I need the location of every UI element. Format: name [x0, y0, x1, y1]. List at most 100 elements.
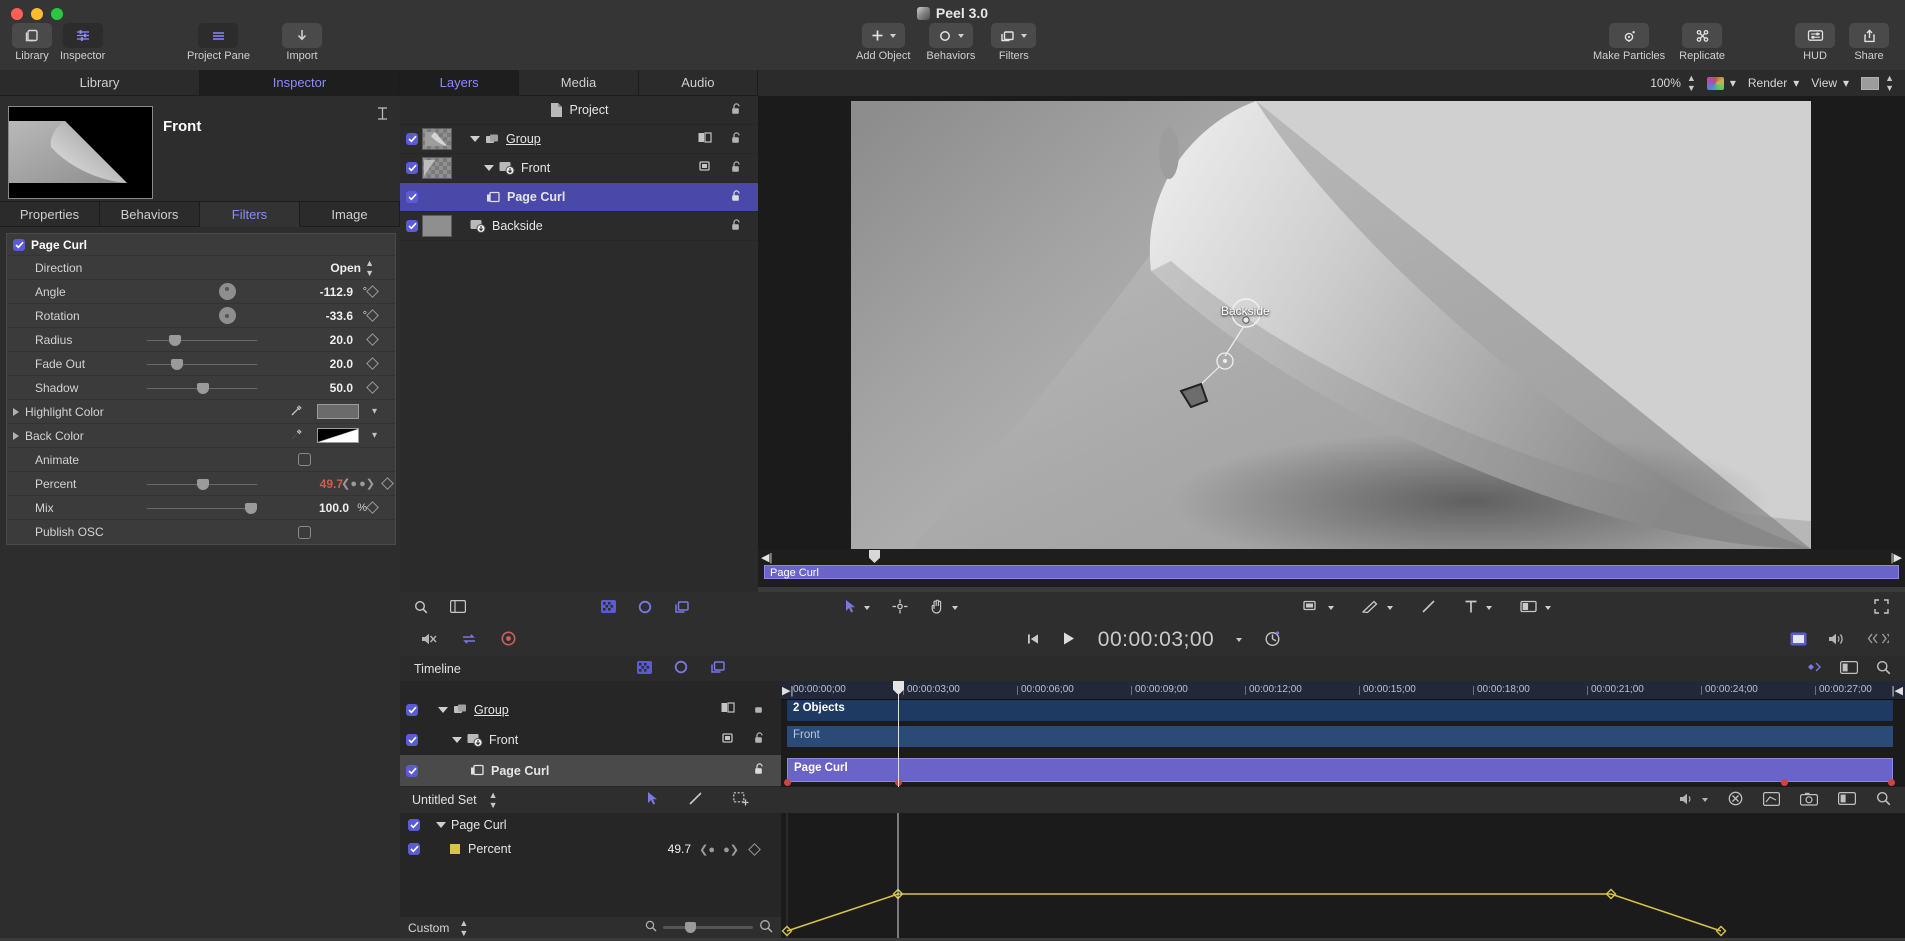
- hud-icon[interactable]: [1795, 23, 1835, 48]
- lock-icon-timeline-group[interactable]: [754, 702, 765, 717]
- tab-behaviors[interactable]: Behaviors: [100, 201, 200, 227]
- keyframe-button-angle[interactable]: [366, 285, 379, 298]
- lock-icon-timeline-page-curl[interactable]: [754, 763, 765, 778]
- replicate-icon[interactable]: [1682, 23, 1723, 48]
- disclosure-triangle-icon[interactable]: [13, 407, 19, 416]
- layer-visibility-checkbox-front[interactable]: [406, 162, 418, 174]
- param-row-angle[interactable]: Angle -112.9 °: [7, 280, 395, 304]
- tab-filters[interactable]: Filters: [200, 201, 300, 227]
- disclosure-triangle-timeline-front[interactable]: [452, 736, 462, 743]
- render-quality-icon[interactable]: [1790, 632, 1807, 649]
- eyedropper-icon-back[interactable]: [290, 428, 303, 444]
- crop-tool-icon[interactable]: [1520, 600, 1537, 616]
- direction-popup-stepper-icon[interactable]: ▲ ▼: [365, 258, 374, 278]
- zoom-out-icon[interactable]: [645, 920, 657, 935]
- chevron-down-icon-view[interactable]: ▾: [1843, 76, 1849, 90]
- lock-icon-backside[interactable]: [731, 218, 742, 234]
- keyframe-nav-icon[interactable]: [1804, 661, 1822, 676]
- chevron-down-icon-audio[interactable]: [1702, 798, 1708, 802]
- layer-visibility-checkbox-backside[interactable]: [406, 220, 418, 232]
- keyframe-enable-checkbox-page-curl[interactable]: [408, 819, 420, 831]
- layer-visibility-checkbox-page-curl[interactable]: [406, 191, 418, 203]
- param-row-rotation[interactable]: Rotation -33.6 °: [7, 304, 395, 328]
- chevron-down-icon-shape-tool[interactable]: [1328, 606, 1334, 610]
- lock-icon-project[interactable]: [731, 102, 742, 118]
- text-tool-icon[interactable]: [1464, 599, 1478, 617]
- import-arrow-down-icon[interactable]: [281, 23, 322, 48]
- ruler-out-marker[interactable]: |◀: [1892, 684, 1903, 697]
- keyframe-preset-name[interactable]: Custom: [408, 921, 449, 935]
- param-row-percent[interactable]: Percent 49.7 ❮● ●❯: [7, 472, 395, 496]
- chevron-down-icon-text-tool[interactable]: [1486, 606, 1492, 610]
- chevron-down-icon-hand-tool[interactable]: [952, 606, 958, 610]
- previous-keyframe-button[interactable]: ❮●: [699, 843, 715, 856]
- toolbar-add-object-button[interactable]: Add Object: [856, 23, 910, 62]
- tab-audio[interactable]: Audio: [638, 70, 758, 96]
- chevron-down-icon-render[interactable]: ▾: [1793, 76, 1799, 90]
- timeline-track-area[interactable]: ▶| 00:00:00;00 00:00:03;00 00:00:06;00 0…: [781, 681, 1905, 787]
- gear-icon[interactable]: [928, 23, 973, 48]
- eyedropper-icon-highlight[interactable]: [290, 404, 303, 420]
- camera-icon[interactable]: [1800, 792, 1818, 809]
- canvas-clip-bar[interactable]: Page Curl: [764, 565, 1899, 579]
- chevron-down-icon-highlight[interactable]: ▾: [372, 406, 377, 417]
- chevron-down-icon-timecode[interactable]: [1236, 638, 1243, 642]
- keyframe-button-percent[interactable]: [381, 477, 394, 490]
- param-row-animate[interactable]: Animate: [7, 448, 395, 472]
- inspector-sliders-icon[interactable]: [62, 23, 103, 48]
- mask-pen-tool-icon[interactable]: [1361, 600, 1379, 617]
- fade-out-slider[interactable]: [147, 357, 257, 371]
- mini-timebar-out-marker[interactable]: |▶: [1891, 551, 1902, 564]
- mix-slider[interactable]: [147, 501, 257, 515]
- param-row-direction[interactable]: Direction Open ▲ ▼: [7, 256, 395, 280]
- keyframe-enable-checkbox-percent[interactable]: [408, 843, 420, 855]
- mask-icon-group[interactable]: [698, 131, 712, 147]
- param-row-radius[interactable]: Radius 20.0: [7, 328, 395, 352]
- mini-timebar-playhead[interactable]: [869, 550, 880, 563]
- tab-media[interactable]: Media: [519, 70, 639, 96]
- param-value-fade-out[interactable]: 20.0: [330, 357, 353, 371]
- toolbar-inspector-button[interactable]: Inspector: [60, 23, 105, 62]
- timeline-snapshot-icon[interactable]: [1840, 660, 1858, 677]
- record-icon[interactable]: [500, 631, 517, 649]
- timeline-layers-icon[interactable]: [710, 660, 726, 677]
- tab-properties[interactable]: Properties: [0, 201, 100, 227]
- timeline-ruler[interactable]: ▶| 00:00:00;00 00:00:03;00 00:00:06;00 0…: [781, 681, 1905, 700]
- chevron-down-icon-color[interactable]: ▾: [1730, 76, 1736, 90]
- keyframe-zoom-slider[interactable]: [663, 922, 753, 933]
- tab-library[interactable]: Library: [0, 70, 200, 96]
- filters-stack-icon[interactable]: [991, 23, 1037, 48]
- disclosure-triangle-front[interactable]: [484, 165, 494, 171]
- keyframe-button-fade-out[interactable]: [366, 357, 379, 370]
- timeline-row-page-curl[interactable]: Page Curl: [400, 755, 781, 786]
- timeline-circle-icon[interactable]: [674, 660, 688, 677]
- keyframe-button-mix[interactable]: [366, 501, 379, 514]
- toolbar-hud-button[interactable]: HUD: [1795, 23, 1835, 62]
- param-value-mix[interactable]: 100.0: [319, 501, 349, 515]
- project-pane-icon[interactable]: [198, 23, 239, 48]
- zoom-level-value[interactable]: 100%: [1650, 76, 1681, 90]
- toolbar-replicate-button[interactable]: Replicate: [1679, 23, 1725, 62]
- loop-playback-icon[interactable]: [460, 632, 478, 649]
- filter-enable-checkbox[interactable]: [13, 238, 25, 251]
- keyframe-set-stepper-icon[interactable]: ▲ ▼: [489, 790, 498, 810]
- library-icon[interactable]: [12, 23, 52, 48]
- layer-row-front[interactable]: Front: [400, 154, 758, 183]
- particles-icon[interactable]: [1609, 23, 1650, 48]
- param-row-highlight-color[interactable]: Highlight Color ▾: [7, 400, 395, 424]
- toolbar-library-button[interactable]: Library: [12, 23, 52, 62]
- hand-tool-icon[interactable]: [930, 599, 944, 617]
- audio-waveform-icon[interactable]: [1678, 792, 1696, 809]
- toolbar-make-particles-button[interactable]: Make Particles: [1593, 23, 1665, 62]
- layer-row-page-curl[interactable]: Page Curl: [400, 183, 758, 212]
- param-value-percent[interactable]: 49.7: [320, 477, 343, 491]
- timeline-visibility-checkbox-group[interactable]: [406, 703, 418, 716]
- current-timecode[interactable]: 00:00:03;00: [1098, 628, 1214, 652]
- disclosure-triangle-icon[interactable]: [13, 431, 19, 440]
- keyframe-button-rotation[interactable]: [366, 309, 379, 322]
- timeline-track-front[interactable]: Front: [787, 726, 1893, 747]
- timeline-keyframe-marker-last[interactable]: [1888, 779, 1895, 786]
- chevron-down-icon-select-tool[interactable]: [864, 606, 870, 610]
- filter-badge-icon-timeline-front[interactable]: [720, 732, 735, 748]
- view-menu-label[interactable]: View: [1811, 76, 1837, 90]
